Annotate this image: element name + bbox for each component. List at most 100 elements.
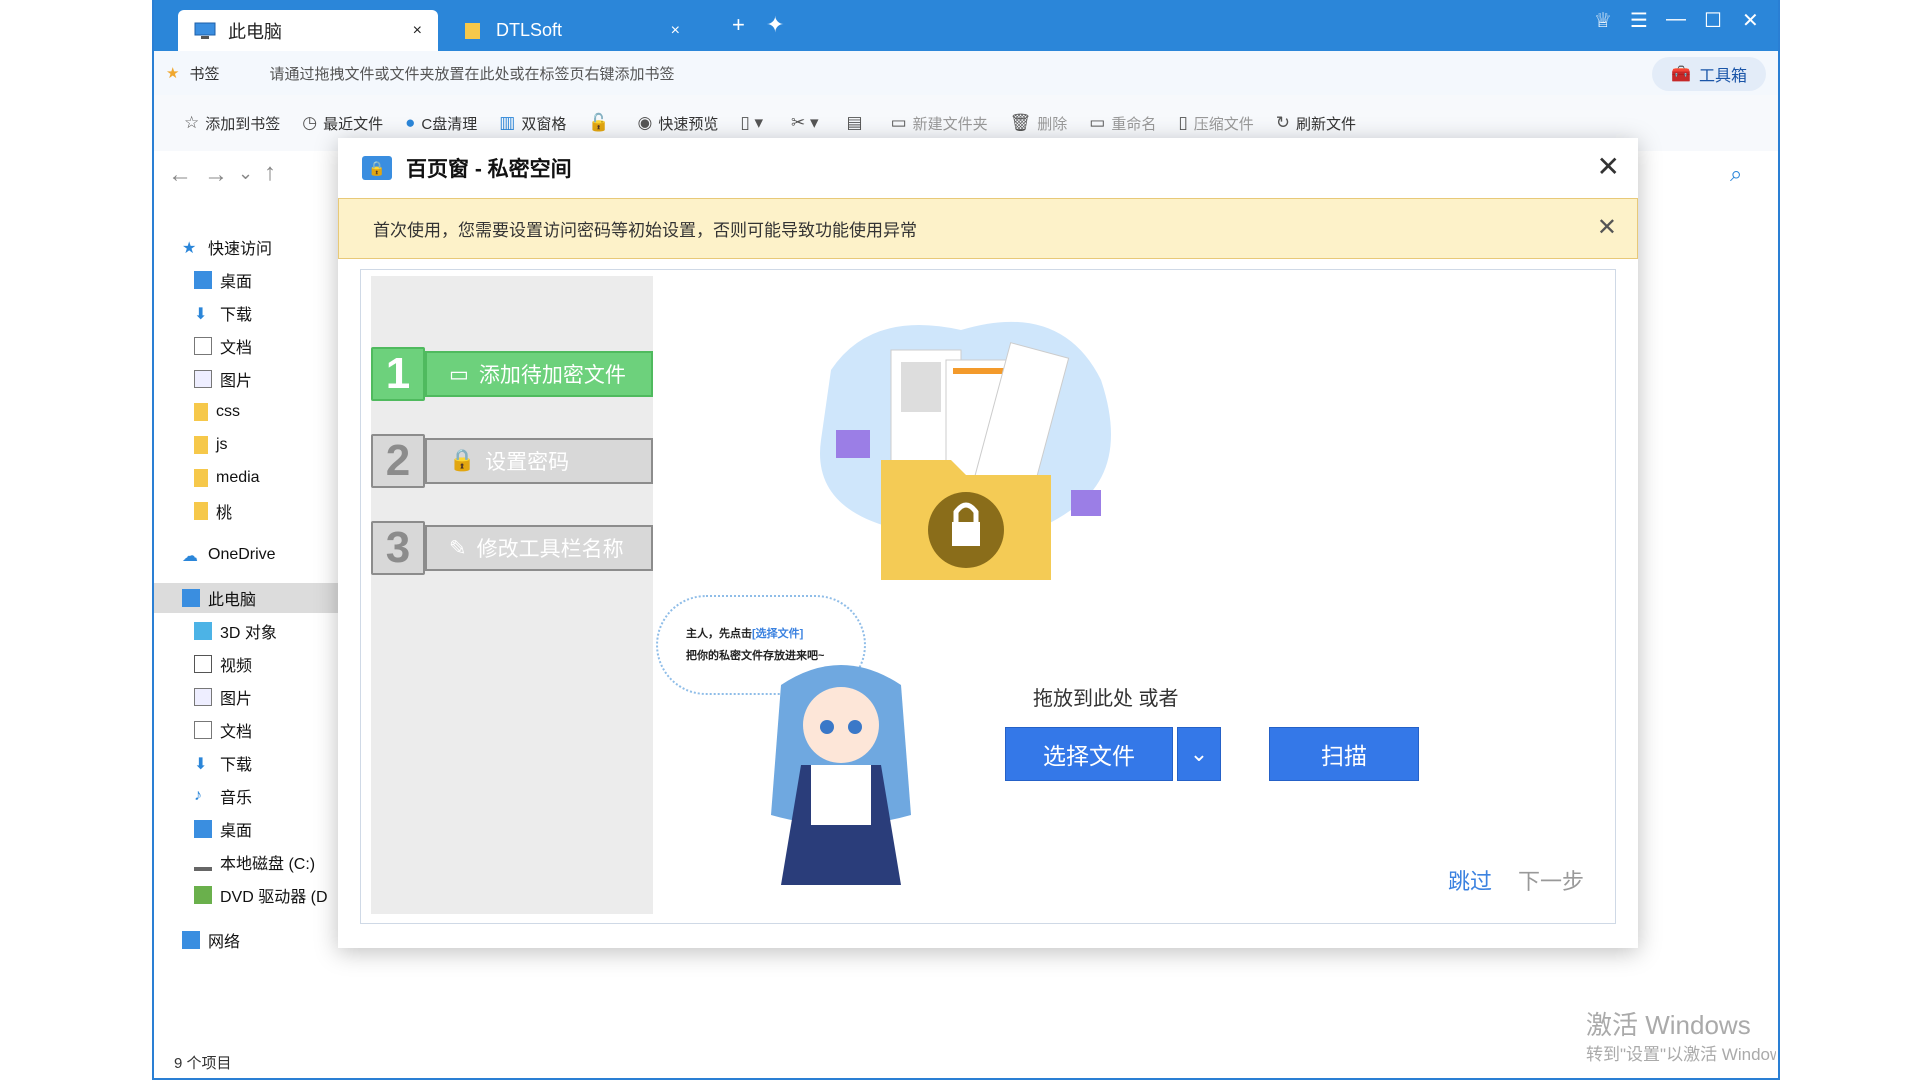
- dual-pane-button[interactable]: ▥ 双窗格: [499, 113, 566, 134]
- folder-lock-illustration: [820, 321, 1111, 580]
- sidebar-item-dvd[interactable]: DVD 驱动器 (D: [194, 880, 328, 910]
- sidebar-label: 文档: [220, 340, 253, 357]
- sidebar-item-downloads[interactable]: ⬇ 下载: [194, 298, 252, 328]
- up-icon[interactable]: ↑: [264, 159, 276, 187]
- sidebar-label: 图片: [220, 691, 253, 708]
- tab-pin-icon[interactable]: ✦: [766, 12, 784, 38]
- dialog-header: 🔒 百页窗 - 私密空间: [338, 138, 1638, 198]
- sidebar-item-documents-pc[interactable]: 文档: [194, 715, 252, 745]
- minimize-button[interactable]: —: [1666, 8, 1686, 31]
- back-icon[interactable]: ←: [168, 161, 192, 189]
- sidebar-item-media[interactable]: media: [194, 463, 260, 493]
- add-bookmark-button[interactable]: ☆ 添加到书签: [184, 113, 280, 134]
- sidebar-item-css[interactable]: css: [194, 397, 240, 427]
- menu-icon[interactable]: ☰: [1630, 8, 1648, 33]
- toolbox-button[interactable]: 🧰 工具箱: [1652, 57, 1766, 91]
- cube-icon: [194, 622, 212, 640]
- sidebar-item-pictures-pc[interactable]: 图片: [194, 682, 252, 712]
- compress-button[interactable]: ▯ 压缩文件: [1178, 113, 1253, 134]
- scan-button[interactable]: 扫描: [1269, 727, 1419, 781]
- title-bar: 此电脑 × DTLSoft × + ✦ ♕ ☰ — ☐ ✕: [154, 0, 1778, 51]
- maximize-button[interactable]: ☐: [1704, 8, 1722, 33]
- refresh-button[interactable]: ↻ 刷新文件: [1276, 113, 1356, 134]
- lock-button[interactable]: 🔓: [588, 113, 615, 133]
- sidebar-label: 音乐: [220, 790, 253, 807]
- video-icon: [194, 655, 212, 673]
- delete-button[interactable]: 🗑 删除: [1010, 113, 1068, 134]
- network-icon: [182, 931, 200, 949]
- search-icon[interactable]: ⌕: [1730, 161, 1742, 187]
- drop-hint: 拖放到此处 或者: [1033, 688, 1179, 710]
- sidebar-item-quick-access[interactable]: ★ 快速访问: [182, 232, 272, 262]
- sidebar-item-tao[interactable]: 桃: [194, 496, 232, 526]
- c-clean-button[interactable]: ● C盘清理: [405, 113, 477, 134]
- paste-button[interactable]: ▤: [847, 113, 869, 133]
- quick-preview-label: 快速预览: [658, 115, 719, 133]
- dialog-close-button[interactable]: ✕: [1597, 150, 1620, 183]
- chevron-down-icon[interactable]: ⌄: [238, 163, 253, 184]
- star-icon: ★: [166, 65, 180, 82]
- sidebar-item-pictures[interactable]: 图片: [194, 364, 252, 394]
- c-clean-label: C盘清理: [421, 115, 478, 133]
- new-folder-button[interactable]: ▭ 新建文件夹: [891, 113, 988, 134]
- new-folder-icon: ▭: [890, 113, 907, 132]
- bubble-text: 主人，先点击: [686, 628, 752, 640]
- sidebar-item-documents[interactable]: 文档: [194, 331, 252, 361]
- tab-label: 此电脑: [228, 21, 282, 42]
- sidebar-item-videos[interactable]: 视频: [194, 649, 252, 679]
- sidebar-item-music[interactable]: ♪ 音乐: [194, 781, 252, 811]
- tab-close-button[interactable]: ×: [671, 22, 680, 40]
- cut-button[interactable]: ✂ ▾: [791, 113, 825, 133]
- cloud-icon: ☁: [182, 548, 198, 565]
- sidebar-item-js[interactable]: js: [194, 430, 228, 460]
- refresh-label: 刷新文件: [1295, 115, 1356, 133]
- lock-icon: 🔓: [588, 113, 610, 132]
- paste-icon: ▤: [846, 113, 863, 132]
- tab-this-pc[interactable]: 此电脑 ×: [178, 10, 438, 51]
- dialog-title: 百页窗 - 私密空间: [406, 158, 572, 181]
- picture-icon: [194, 688, 212, 706]
- choose-file-button[interactable]: 选择文件: [1005, 727, 1173, 781]
- rename-icon: ▭: [1089, 113, 1106, 132]
- lock-outline-icon: 🔒: [449, 449, 476, 472]
- sidebar-item-desktop[interactable]: 桌面: [194, 265, 252, 295]
- tab-close-button[interactable]: ×: [413, 22, 422, 40]
- recent-files-button[interactable]: ◷ 最近文件: [302, 113, 383, 134]
- step-3[interactable]: 3 ✎ 修改工具栏名称: [371, 521, 653, 575]
- sidebar-item-onedrive[interactable]: ☁ OneDrive: [182, 540, 276, 570]
- star-outline-icon: ☆: [184, 113, 200, 132]
- sidebar-item-this-pc[interactable]: 此电脑: [154, 583, 339, 613]
- sidebar-label: 桌面: [220, 823, 253, 840]
- next-step-link[interactable]: 下一步: [1518, 864, 1584, 896]
- sidebar-item-3d[interactable]: 3D 对象: [194, 616, 277, 646]
- wizard-panel: 1 ▭ 添加待加密文件 2 🔒 设置密码 3 ✎ 修改工具栏名称 主人，先点击[选择文…: [360, 269, 1616, 924]
- sidebar-item-network[interactable]: 网络: [182, 925, 240, 955]
- quick-preview-button[interactable]: ◉ 快速预览: [638, 113, 719, 134]
- dual-pane-label: 双窗格: [521, 115, 567, 133]
- skip-link[interactable]: 跳过: [1448, 864, 1492, 896]
- skin-icon[interactable]: ♕: [1594, 8, 1612, 33]
- sidebar-item-desktop-pc[interactable]: 桌面: [194, 814, 252, 844]
- rename-button[interactable]: ▭ 重命名: [1089, 113, 1156, 134]
- tab-dtlsoft[interactable]: DTLSoft ×: [446, 10, 696, 51]
- folder-outline-icon: ▭: [449, 362, 469, 386]
- step-2[interactable]: 2 🔒 设置密码: [371, 434, 653, 488]
- star-icon: ★: [182, 240, 197, 257]
- step-1[interactable]: 1 ▭ 添加待加密文件: [371, 347, 653, 401]
- notice-close-button[interactable]: ✕: [1597, 213, 1617, 242]
- activate-windows-title: 激活 Windows: [1586, 1010, 1751, 1040]
- step-number: 1: [371, 347, 425, 401]
- chevron-down-icon[interactable]: ⌄: [1177, 727, 1221, 781]
- copy-button[interactable]: ▯ ▾: [740, 113, 769, 133]
- sidebar-item-local-disk[interactable]: 本地磁盘 (C:): [194, 847, 315, 877]
- sidebar-item-downloads-pc[interactable]: ⬇ 下载: [194, 748, 252, 778]
- new-tab-button[interactable]: +: [732, 12, 745, 38]
- recent-label: 最近文件: [323, 115, 384, 133]
- dvd-icon: [194, 886, 212, 904]
- add-bookmark-label: 添加到书签: [205, 115, 281, 133]
- step-label: 修改工具栏名称: [476, 538, 624, 561]
- bookmark-hint: 请通过拖拽文件或文件夹放置在此处或在标签页右键添加书签: [269, 65, 675, 83]
- close-window-button[interactable]: ✕: [1742, 8, 1759, 33]
- forward-icon[interactable]: →: [204, 161, 228, 189]
- mascot-illustration: [771, 665, 911, 923]
